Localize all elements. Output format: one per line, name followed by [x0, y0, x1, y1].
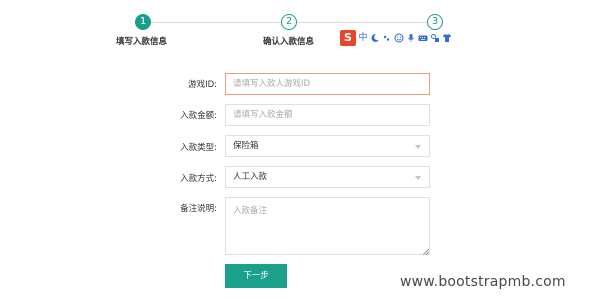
- game-id-label: 游戏ID:: [188, 80, 217, 90]
- amount-input[interactable]: [225, 104, 430, 126]
- game-id-input[interactable]: [225, 73, 430, 95]
- chevron-down-icon: [415, 145, 421, 149]
- moon-icon[interactable]: [370, 33, 380, 43]
- deposit-type-select[interactable]: 保险箱: [225, 135, 430, 157]
- chevron-down-icon: [415, 176, 421, 180]
- step-1-label: 填写入款信息: [116, 37, 168, 47]
- resize-handle-icon[interactable]: [423, 249, 429, 255]
- deposit-type-label: 入款类型:: [180, 143, 217, 153]
- ime-chinese-mode[interactable]: 中: [358, 33, 368, 43]
- keyboard-icon[interactable]: [418, 33, 428, 43]
- step-1-marker: 1: [135, 14, 151, 30]
- step-progress: 1 填写入款信息 2 确认入款信息 3: [0, 0, 590, 60]
- next-step-button[interactable]: 下一步: [225, 264, 287, 288]
- deposit-method-select[interactable]: 人工入款: [225, 166, 430, 188]
- remark-label: 备注说明:: [180, 204, 217, 214]
- step-3-marker: 3: [427, 14, 443, 30]
- step-2-marker: 2: [281, 14, 297, 30]
- amount-label: 入款金额:: [180, 111, 217, 121]
- site-watermark: www.bootstrapmb.com: [400, 274, 566, 290]
- step-2-label: 确认入款信息: [263, 37, 315, 47]
- step-connector: [151, 22, 281, 23]
- ime-toolbar[interactable]: S 中: [340, 30, 452, 46]
- step-connector: [297, 22, 427, 23]
- emoji-icon[interactable]: [394, 33, 404, 43]
- ime-logo-icon[interactable]: S: [340, 30, 356, 46]
- deposit-type-value: 保险箱: [233, 141, 259, 151]
- skin-icon[interactable]: [442, 33, 452, 43]
- deposit-method-value: 人工入款: [233, 172, 268, 182]
- tools-icon[interactable]: [430, 33, 440, 43]
- deposit-method-label: 入款方式:: [180, 174, 217, 184]
- punctuation-icon[interactable]: [382, 33, 392, 43]
- microphone-icon[interactable]: [406, 33, 416, 43]
- remark-textarea[interactable]: [225, 197, 430, 255]
